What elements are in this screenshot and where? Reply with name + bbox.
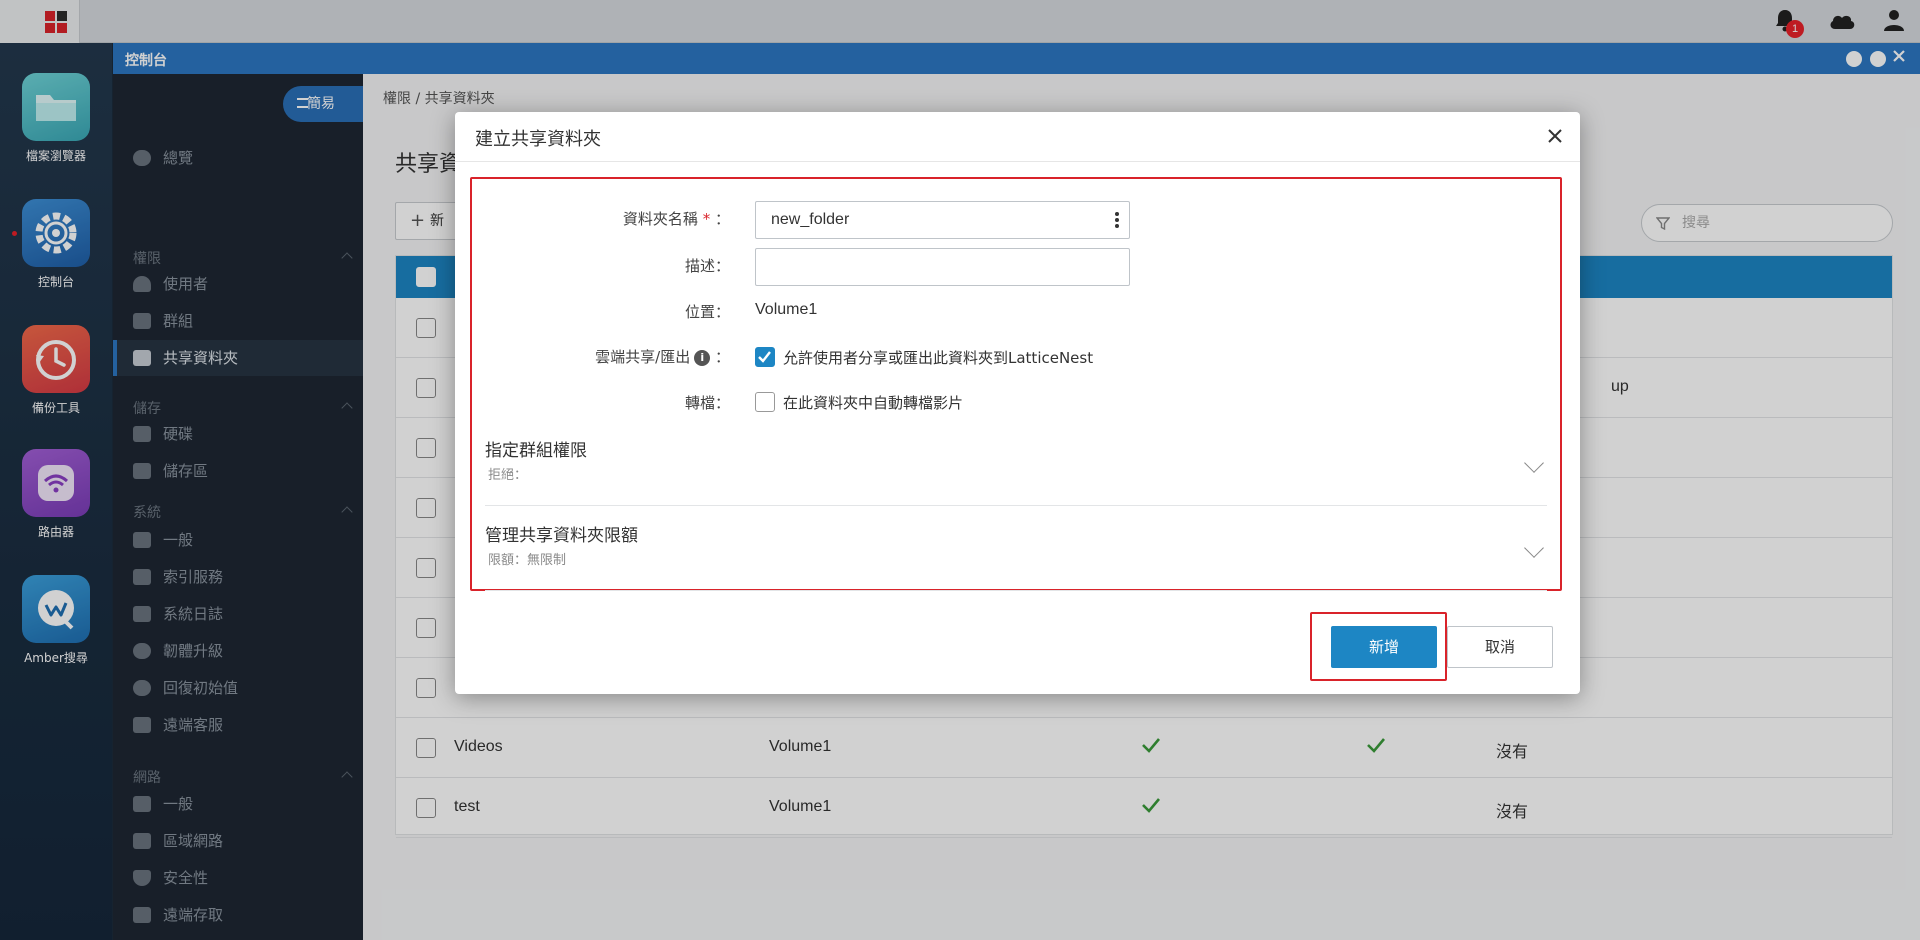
transcode-checkbox[interactable] — [755, 392, 775, 412]
info-icon[interactable]: i — [694, 349, 711, 366]
folder-name-label: 資料夾名稱 * ： — [622, 210, 730, 228]
dialog-title: 建立共享資料夾 — [475, 129, 601, 150]
description-label: 描述： — [684, 257, 730, 275]
section-subtitle: 拒絕： — [488, 468, 528, 483]
create-button[interactable]: 新增 — [1331, 626, 1437, 668]
folder-quota-section[interactable]: 管理共享資料夾限額 限額：無限制 — [485, 521, 1547, 591]
dialog-close-button[interactable] — [1544, 125, 1566, 147]
section-subtitle: 限額：無限制 — [488, 553, 567, 568]
section-title: 指定群組權限 — [485, 441, 587, 461]
cancel-button[interactable]: 取消 — [1447, 626, 1553, 668]
folder-name-input[interactable]: new_folder — [755, 201, 1130, 239]
checkmark-icon — [758, 351, 771, 363]
section-title: 管理共享資料夾限額 — [485, 526, 638, 546]
cloud-share-label: 雲端共享/匯出 i ： — [595, 348, 730, 366]
chevron-down-icon — [1524, 453, 1544, 473]
location-label: 位置： — [684, 303, 730, 321]
transcode-label: 轉檔： — [684, 394, 730, 412]
folder-name-value: new_folder — [771, 211, 850, 228]
transcode-checkbox-label[interactable]: 在此資料夾中自動轉檔影片 — [783, 392, 963, 413]
label-text: 資料夾名稱 — [622, 210, 698, 228]
close-icon — [1548, 129, 1562, 143]
location-value: Volume1 — [755, 301, 818, 318]
create-shared-folder-dialog: 建立共享資料夾 資料夾名稱 * ： new_folder 描述： 位置： Vol… — [455, 112, 1580, 694]
cloud-share-checkbox-label[interactable]: 允許使用者分享或匯出此資料夾到LatticeNest — [783, 347, 1093, 368]
required-marker: * — [702, 210, 711, 228]
chevron-down-icon — [1524, 538, 1544, 558]
description-input[interactable] — [755, 248, 1130, 286]
more-vertical-icon[interactable] — [1115, 212, 1119, 228]
label-text: 雲端共享/匯出 — [595, 348, 691, 366]
dialog-header: 建立共享資料夾 — [455, 112, 1580, 162]
cloud-share-checkbox[interactable] — [755, 347, 775, 367]
group-permissions-section[interactable]: 指定群組權限 拒絕： — [485, 436, 1547, 506]
